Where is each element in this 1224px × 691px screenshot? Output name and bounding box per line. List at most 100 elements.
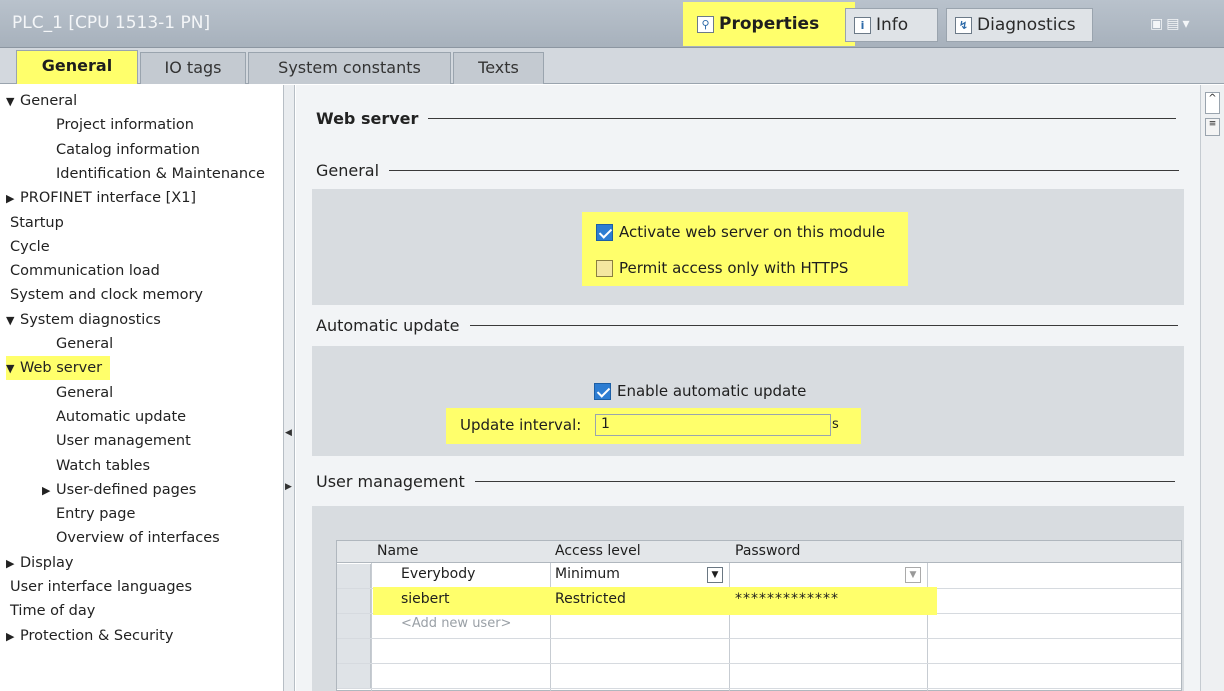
- tab-properties[interactable]: ⚲ Properties: [683, 2, 855, 46]
- content-scrollbar[interactable]: ^ ≡: [1200, 85, 1224, 691]
- table-row[interactable]: Everybody Minimum ▼ ▼: [337, 564, 1181, 589]
- nav-item-label: Entry page: [56, 506, 136, 523]
- nav-item[interactable]: Watch tables: [56, 454, 150, 478]
- collapse-right-icon[interactable]: ▶: [285, 482, 292, 492]
- access-level-dropdown-icon[interactable]: ▼: [707, 567, 723, 583]
- automatic-update-panel: Enable automatic update Update interval:…: [312, 346, 1184, 456]
- row-selector: [337, 664, 371, 688]
- checkbox-checked-icon[interactable]: [594, 382, 611, 400]
- nav-item-label: Overview of interfaces: [56, 530, 220, 547]
- nav-item[interactable]: Time of day: [10, 599, 95, 623]
- section-general: General: [316, 161, 1180, 180]
- update-interval-unit: s: [832, 417, 839, 432]
- table-row: [337, 639, 1181, 664]
- row-selector[interactable]: [337, 589, 371, 613]
- nav-item-label: User interface languages: [10, 579, 193, 595]
- tab-info[interactable]: i Info: [845, 8, 938, 42]
- nav-item[interactable]: Identification & Maintenance: [56, 162, 265, 186]
- nav-item[interactable]: User management: [56, 429, 191, 453]
- tab-diagnostics[interactable]: ↯ Diagnostics: [946, 8, 1093, 42]
- scroll-thumb[interactable]: ≡: [1205, 118, 1220, 136]
- subtab-texts[interactable]: Texts: [453, 52, 544, 84]
- nav-item-label: Web server: [20, 360, 103, 377]
- nav-item[interactable]: ▶ User-defined pages: [42, 478, 196, 502]
- user-access-level[interactable]: Minimum: [555, 566, 620, 582]
- nav-item[interactable]: ▼ General: [6, 89, 77, 113]
- expand-down-icon[interactable]: ▼: [6, 357, 20, 381]
- expand-right-icon[interactable]: ▶: [6, 552, 20, 576]
- nav-item-label: Automatic update: [56, 408, 187, 425]
- nav-item[interactable]: ▼ System diagnostics: [6, 308, 161, 332]
- https-only-label: Permit access only with HTTPS: [619, 259, 849, 277]
- panel-splitter[interactable]: ◀ ▶: [283, 85, 295, 691]
- update-interval-label: Update interval:: [460, 416, 582, 434]
- nav-item-label: Communication load: [10, 263, 160, 280]
- nav-item[interactable]: Overview of interfaces: [56, 526, 220, 550]
- highlight-box: [373, 587, 937, 615]
- collapse-left-icon[interactable]: ◀: [285, 428, 292, 438]
- window-controls-icon[interactable]: ▣▤▾: [1150, 16, 1192, 32]
- user-name[interactable]: Everybody: [401, 566, 475, 582]
- row-selector[interactable]: [337, 614, 371, 638]
- https-only-checkbox[interactable]: Permit access only with HTTPS: [596, 256, 848, 280]
- subtab-io-tags[interactable]: IO tags: [140, 52, 246, 84]
- expand-down-icon[interactable]: ▼: [6, 309, 20, 333]
- table-row[interactable]: siebert Restricted *************: [337, 587, 1181, 615]
- nav-item[interactable]: ▶ Protection & Security: [6, 624, 173, 648]
- nav-item[interactable]: Communication load: [10, 259, 160, 283]
- user-name[interactable]: siebert: [401, 591, 450, 607]
- nav-item-label: System diagnostics: [20, 311, 161, 328]
- section-divider: [469, 325, 1178, 326]
- nav-item-label: User-defined pages: [56, 481, 197, 498]
- update-interval-input[interactable]: 1: [595, 414, 831, 436]
- nav-item-label: Identification & Maintenance: [56, 165, 265, 182]
- subtab-general[interactable]: General: [16, 50, 138, 84]
- nav-item[interactable]: Project information: [56, 113, 194, 137]
- user-password[interactable]: *************: [735, 591, 839, 607]
- diagnostics-icon: ↯: [955, 16, 972, 34]
- nav-item-label: Cycle: [10, 238, 50, 255]
- expand-right-icon[interactable]: ▶: [6, 187, 20, 211]
- nav-item[interactable]: ▶ Display: [6, 551, 73, 575]
- add-new-user-placeholder[interactable]: <Add new user>: [401, 616, 511, 631]
- nav-item[interactable]: System and clock memory: [10, 283, 203, 307]
- expand-right-icon[interactable]: ▶: [42, 479, 56, 503]
- nav-item[interactable]: General: [56, 332, 113, 356]
- nav-item[interactable]: General: [56, 381, 113, 405]
- nav-item[interactable]: Startup: [10, 211, 64, 235]
- header-name[interactable]: Name: [377, 543, 418, 559]
- nav-item[interactable]: Cycle: [10, 235, 50, 259]
- scroll-up-icon[interactable]: ^: [1205, 92, 1220, 114]
- expand-right-icon[interactable]: ▶: [6, 625, 20, 649]
- nav-item[interactable]: User interface languages: [10, 575, 192, 599]
- nav-item[interactable]: ▶ PROFINET interface [X1]: [6, 186, 196, 210]
- nav-item-label: Catalog information: [56, 141, 200, 158]
- password-dropdown-icon[interactable]: ▼: [905, 567, 921, 583]
- nav-item[interactable]: Entry page: [56, 502, 135, 526]
- section-divider: [389, 170, 1180, 171]
- checkbox-unchecked-icon[interactable]: [596, 259, 613, 277]
- nav-item[interactable]: Catalog information: [56, 138, 200, 162]
- enable-automatic-update-checkbox[interactable]: Enable automatic update: [594, 379, 806, 403]
- nav-item[interactable]: Automatic update: [56, 405, 186, 429]
- expand-down-icon[interactable]: ▼: [6, 90, 20, 114]
- table-row[interactable]: <Add new user>: [337, 614, 1181, 639]
- nav-item[interactable]: ▼ Web server: [6, 356, 111, 381]
- checkbox-checked-icon[interactable]: [596, 223, 613, 241]
- row-selector[interactable]: [337, 564, 371, 588]
- nav-item-label: Project information: [56, 117, 194, 134]
- header-password[interactable]: Password: [735, 543, 800, 559]
- general-panel: Activate web server on this module Permi…: [312, 189, 1184, 305]
- enable-automatic-update-label: Enable automatic update: [617, 382, 807, 400]
- nav-item-label: System and clock memory: [10, 287, 204, 304]
- update-interval-value: 1: [601, 416, 610, 432]
- header-access-level[interactable]: Access level: [555, 543, 641, 559]
- user-access-level[interactable]: Restricted: [555, 591, 626, 607]
- subtab-system-constants[interactable]: System constants: [248, 52, 451, 84]
- nav-item-label: General: [20, 93, 78, 109]
- window-title: PLC_1 [CPU 1513-1 PN]: [12, 13, 211, 33]
- activate-web-server-checkbox[interactable]: Activate web server on this module: [596, 220, 885, 244]
- table-header: Name Access level Password: [337, 541, 1181, 563]
- section-general-title: General: [316, 161, 380, 180]
- properties-icon: ⚲: [697, 15, 714, 33]
